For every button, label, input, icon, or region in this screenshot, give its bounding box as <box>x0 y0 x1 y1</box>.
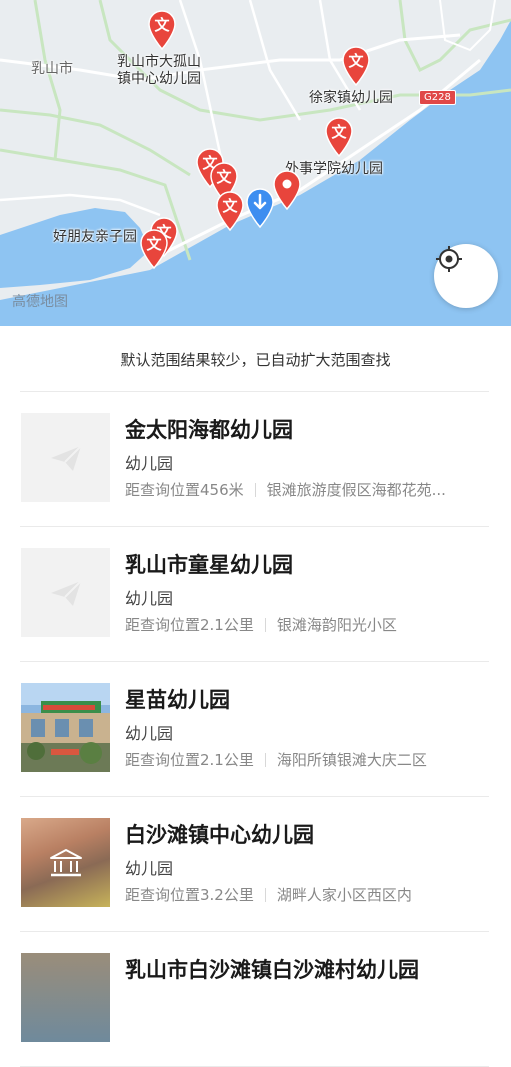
map-view[interactable]: 乳山市 乳山市大孤山 镇中心幼儿园 徐家镇幼儿园 G228 外事学院幼儿园 好朋… <box>0 0 511 326</box>
map-pin[interactable]: 文 <box>324 117 354 157</box>
result-title: 乳山市白沙滩镇白沙滩村幼儿园 <box>125 958 419 982</box>
meta-separator <box>254 482 256 497</box>
result-address: 银滩海韵阳光小区 <box>276 616 397 634</box>
result-meta: 距查询位置456米 银滩旅游度假区海都花苑... <box>125 479 489 500</box>
result-thumbnail <box>21 548 110 637</box>
result-photo <box>21 953 110 1042</box>
pin-glyph: 文 <box>331 123 347 141</box>
result-list: 金太阳海都幼儿园 幼儿园 距查询位置456米 银滩旅游度假区海都花苑... 乳山… <box>0 392 511 1067</box>
result-title: 白沙滩镇中心幼儿园 <box>125 823 314 847</box>
result-category: 幼儿园 <box>125 724 174 743</box>
pin-glyph: 文 <box>216 168 232 186</box>
result-title: 星苗幼儿园 <box>125 688 230 712</box>
pin-glyph: 文 <box>222 197 238 215</box>
building-icon <box>49 848 82 876</box>
result-category: 幼儿园 <box>125 859 174 878</box>
current-location-pin[interactable] <box>245 188 275 228</box>
paper-plane-icon <box>50 579 82 606</box>
result-distance: 距查询位置3.2公里 <box>125 886 254 904</box>
result-item[interactable]: 乳山市童星幼儿园 幼儿园 距查询位置2.1公里 银滩海韵阳光小区 <box>20 527 489 662</box>
result-meta: 距查询位置3.2公里 湖畔人家小区西区内 <box>125 884 489 905</box>
map-label-dagushan: 乳山市大孤山 镇中心幼儿园 <box>117 54 201 87</box>
pin-glyph: 文 <box>146 235 162 253</box>
map-watermark: 高德地图 <box>12 294 68 310</box>
arrow-down-pin-icon <box>246 188 274 228</box>
result-distance: 距查询位置2.1公里 <box>125 616 254 634</box>
result-category: 幼儿园 <box>125 589 174 608</box>
result-distance: 距查询位置456米 <box>125 481 244 499</box>
result-address: 银滩旅游度假区海都花苑... <box>266 481 446 499</box>
pin-glyph: 文 <box>348 52 364 70</box>
result-item[interactable]: 白沙滩镇中心幼儿园 幼儿园 距查询位置3.2公里 湖畔人家小区西区内 <box>20 797 489 932</box>
meta-separator <box>264 752 266 767</box>
result-address: 海阳所镇银滩大庆二区 <box>276 751 427 769</box>
map-pin[interactable]: 文 <box>147 10 177 50</box>
selected-location-pin[interactable] <box>272 170 302 210</box>
map-pin[interactable]: 文 <box>341 46 371 86</box>
result-distance: 距查询位置2.1公里 <box>125 751 254 769</box>
result-item[interactable]: 星苗幼儿园 幼儿园 距查询位置2.1公里 海阳所镇银滩大庆二区 <box>20 662 489 797</box>
map-pin[interactable]: 文 <box>215 191 245 231</box>
kindergarten-photo <box>21 683 110 772</box>
range-notice: 默认范围结果较少，已自动扩大范围查找 <box>120 350 391 369</box>
meta-separator <box>264 887 266 902</box>
map-label-xujiazhen: 徐家镇幼儿园 <box>309 90 393 106</box>
result-title: 乳山市童星幼儿园 <box>125 553 293 577</box>
crosshair-icon <box>436 246 462 272</box>
map-label-haopengyou: 好朋友亲子园 <box>53 229 137 245</box>
locate-button[interactable] <box>434 244 498 308</box>
result-item[interactable]: 金太阳海都幼儿园 幼儿园 距查询位置456米 银滩旅游度假区海都花苑... <box>20 392 489 527</box>
result-thumbnail <box>21 413 110 502</box>
result-title: 金太阳海都幼儿园 <box>125 418 293 442</box>
map-label-rushan: 乳山市 <box>31 61 73 77</box>
result-address: 湖畔人家小区西区内 <box>276 886 412 904</box>
result-meta: 距查询位置2.1公里 银滩海韵阳光小区 <box>125 614 489 635</box>
pin-glyph: 文 <box>154 16 170 34</box>
result-category: 幼儿园 <box>125 454 174 473</box>
meta-separator <box>264 617 266 632</box>
paper-plane-icon <box>50 444 82 471</box>
result-thumbnail <box>21 818 110 907</box>
road-badge: G228 <box>419 90 456 105</box>
map-pin[interactable]: 文 <box>139 229 169 269</box>
result-item[interactable]: 乳山市白沙滩镇白沙滩村幼儿园 <box>20 932 489 1067</box>
location-pin-icon <box>273 170 301 210</box>
result-meta: 距查询位置2.1公里 海阳所镇银滩大庆二区 <box>125 749 489 770</box>
result-photo <box>21 683 110 772</box>
